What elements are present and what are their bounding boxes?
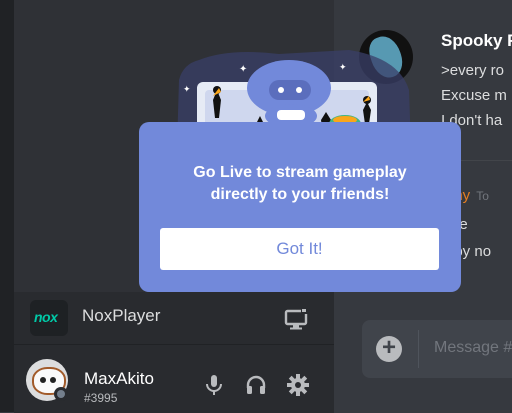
tooltip-line-2: directly to your friends! — [210, 186, 390, 203]
message-line: Excuse m — [441, 87, 507, 104]
offline-status-icon — [54, 387, 68, 401]
avatar-eye — [50, 377, 56, 383]
username[interactable]: MaxAkito — [84, 369, 154, 389]
message-input[interactable] — [432, 338, 512, 358]
svg-text:✦: ✦ — [183, 85, 191, 95]
go-live-tooltip-text: Go Live to stream gameplay directly to y… — [139, 162, 461, 206]
message-line: >every ro — [441, 62, 504, 79]
user-panel: MaxAkito #3995 — [14, 344, 334, 413]
game-name: NoxPlayer — [82, 306, 161, 325]
go-live-screen-icon[interactable] — [280, 302, 312, 334]
avatar-eye — [40, 377, 46, 383]
svg-text:✦: ✦ — [339, 63, 347, 73]
got-it-button[interactable]: Got It! — [160, 228, 439, 270]
attach-plus-icon[interactable]: + — [376, 336, 402, 362]
microphone-icon[interactable] — [202, 373, 226, 397]
composer-divider — [418, 330, 419, 368]
svg-text:✦: ✦ — [239, 64, 247, 75]
user-discriminator: #3995 — [84, 391, 118, 405]
settings-gear-icon[interactable] — [286, 373, 310, 397]
noxplayer-logo-text: nox — [34, 309, 58, 325]
message-timestamp: To — [476, 189, 489, 203]
message-author[interactable]: Spooky F — [441, 31, 512, 51]
server-rail — [0, 0, 14, 412]
now-playing-row: nox NoxPlayer — [14, 292, 334, 344]
headphones-icon[interactable] — [244, 373, 268, 397]
noxplayer-logo: nox — [30, 300, 68, 336]
tooltip-line-1: Go Live to stream gameplay — [193, 164, 407, 181]
go-live-tooltip: Go Live to stream gameplay directly to y… — [139, 122, 461, 292]
message-composer: + — [362, 320, 512, 378]
